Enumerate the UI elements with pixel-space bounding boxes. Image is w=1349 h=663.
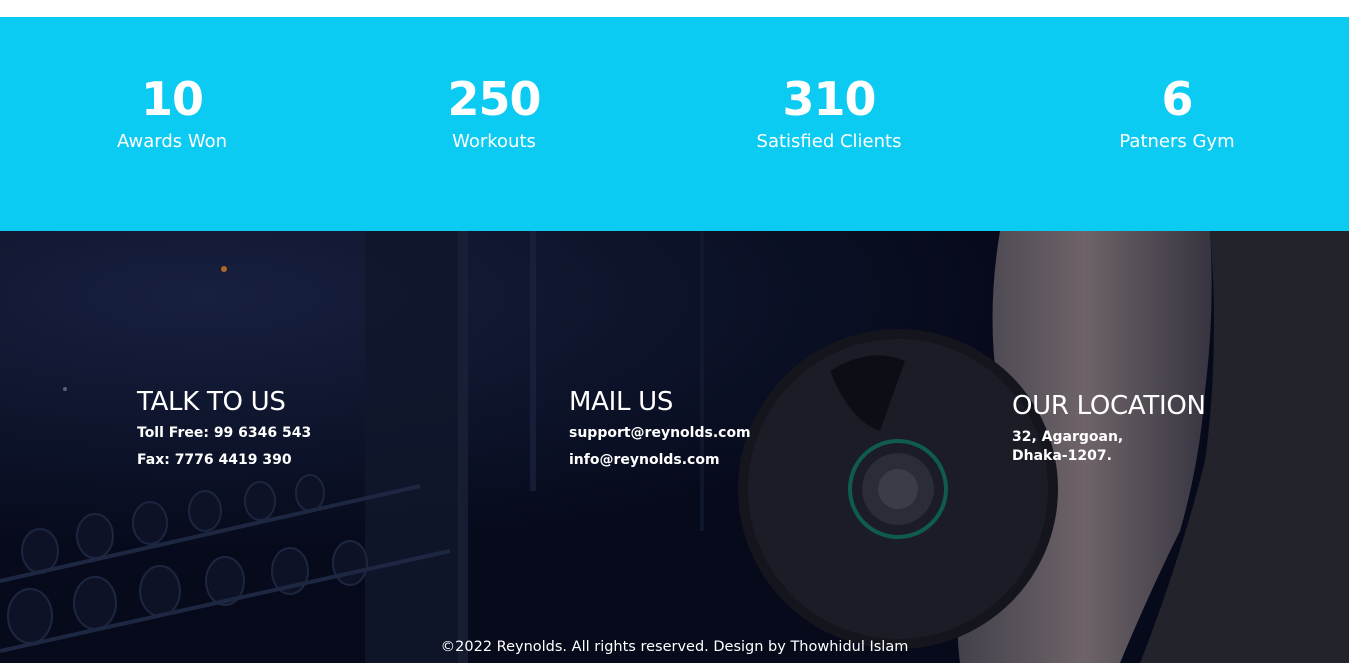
info-email[interactable]: info@reynolds.com (569, 447, 751, 474)
our-location-column: OUR LOCATION 32, Agargoan, Dhaka-1207. (1012, 390, 1206, 466)
stat-partner-gyms: 6 Patners Gym (1119, 69, 1234, 154)
toll-free-number: Toll Free: 99 6346 543 (137, 425, 312, 441)
talk-to-us-title: TALK TO US (137, 387, 286, 417)
our-location-title: OUR LOCATION (1012, 391, 1206, 421)
address-line-2: Dhaka-1207. (1012, 448, 1112, 464)
footer: TALK TO US Toll Free: 99 6346 543 Fax: 7… (0, 231, 1349, 663)
stat-value: 250 (447, 72, 541, 126)
stat-value: 310 (782, 72, 876, 126)
stat-awards: 10 Awards Won (117, 69, 227, 154)
stat-label: Satisfied Clients (756, 131, 902, 152)
stat-value: 6 (1161, 72, 1193, 126)
stat-label: Patners Gym (1119, 131, 1235, 152)
stat-workouts: 250 Workouts (447, 69, 541, 154)
top-white-strip (0, 0, 1349, 17)
stat-clients: 310 Satisfied Clients (757, 69, 902, 154)
fax-number: Fax: 7776 4419 390 (137, 452, 292, 468)
stats-section: 10 Awards Won 250 Workouts 310 Satisfied… (0, 17, 1349, 231)
talk-to-us-column: TALK TO US Toll Free: 99 6346 543 Fax: 7… (137, 386, 311, 474)
stat-label: Awards Won (116, 131, 228, 152)
mail-us-title: MAIL US (569, 387, 674, 417)
address-line-1: 32, Agargoan, (1012, 429, 1124, 445)
copyright-text: ©2022 Reynolds. All rights reserved. Des… (440, 639, 909, 655)
stat-label: Workouts (452, 131, 536, 152)
stat-value: 10 (140, 72, 204, 126)
mail-us-column: MAIL US support@reynolds.com info@reynol… (569, 386, 751, 474)
support-email[interactable]: support@reynolds.com (569, 420, 751, 447)
